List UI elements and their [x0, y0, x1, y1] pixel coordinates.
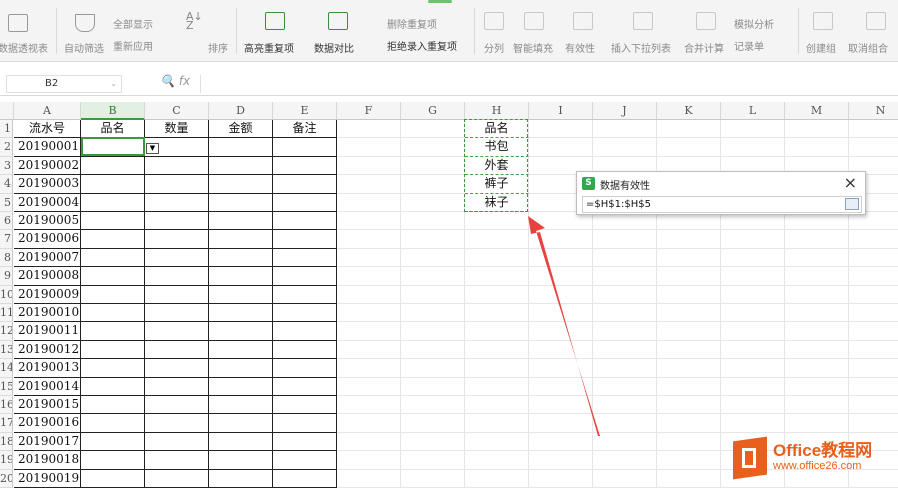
dialog-title: 数据有效性 — [600, 181, 650, 192]
range-picker-icon[interactable] — [845, 198, 859, 210]
annotation-arrow — [528, 216, 600, 436]
range-input[interactable]: =$H$1:$H$5 — [582, 196, 862, 213]
range-input-value: =$H$1:$H$5 — [586, 199, 651, 210]
watermark-logo: Office教程网 www.office26.com — [733, 434, 898, 487]
data-validity-dialog: S 数据有效性 × =$H$1:$H$5 — [576, 171, 866, 215]
office-logo-inner — [742, 448, 756, 468]
watermark-url: www.office26.com — [773, 460, 862, 472]
close-icon[interactable]: × — [844, 173, 857, 192]
app-logo-icon: S — [582, 177, 595, 190]
watermark-title: Office教程网 — [773, 441, 873, 460]
arrow-shape — [528, 216, 600, 436]
